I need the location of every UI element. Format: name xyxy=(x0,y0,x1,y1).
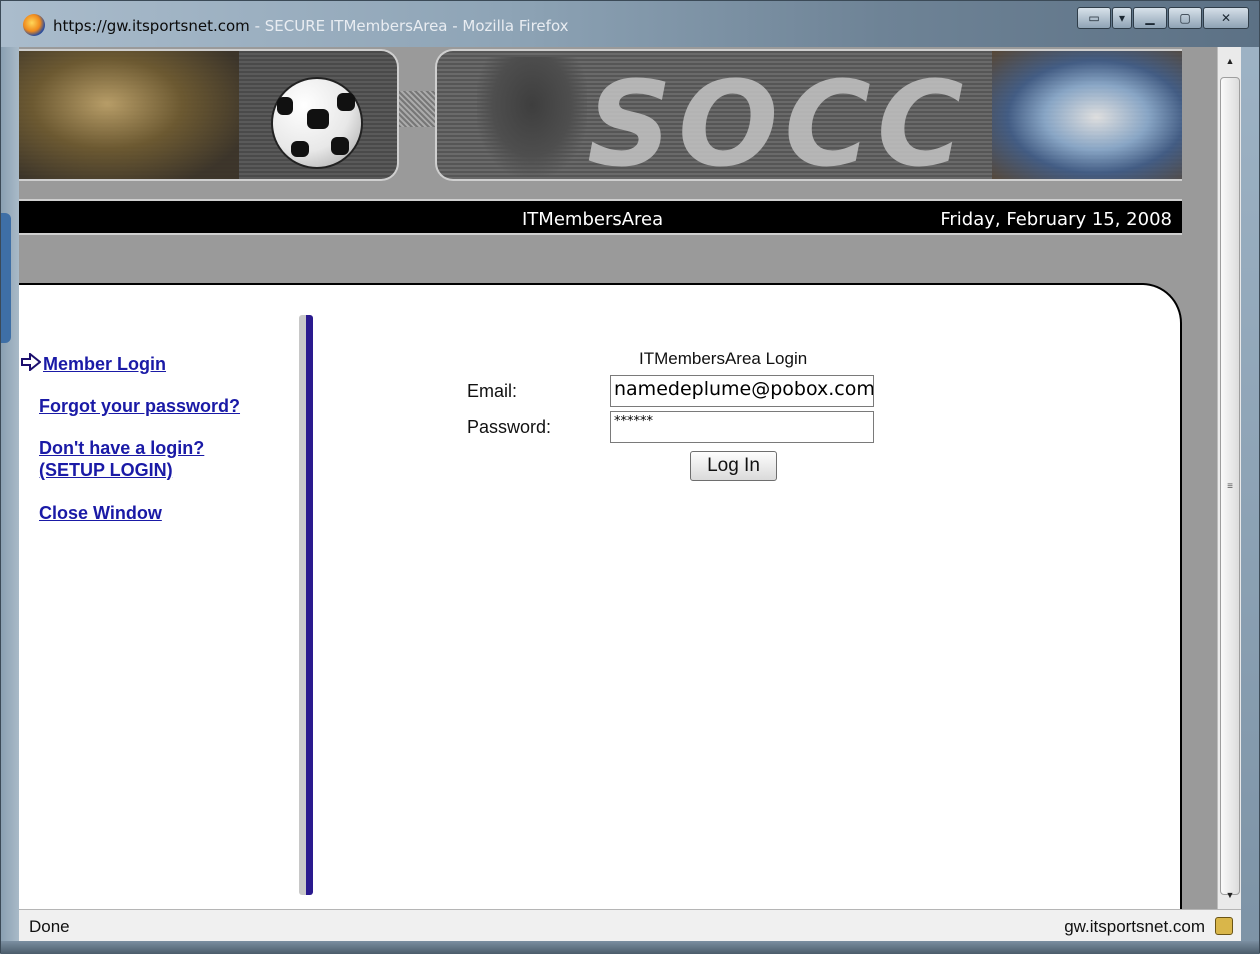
restore-tabs-icon[interactable]: ▭ xyxy=(1077,7,1111,29)
sidebar-link-setup-login[interactable]: (SETUP LOGIN) xyxy=(39,459,173,481)
password-field[interactable]: ****** xyxy=(610,411,874,443)
players-photo xyxy=(992,51,1182,179)
banner-left-panel xyxy=(19,49,399,181)
email-label: Email: xyxy=(467,381,518,401)
site-name: ITMembersArea xyxy=(522,209,664,230)
scroll-down-icon[interactable]: ▼ xyxy=(1218,885,1242,905)
banner-logo-text: SOCC xyxy=(587,55,970,181)
scroll-up-icon[interactable]: ▲ xyxy=(1218,51,1242,71)
title-bar[interactable]: https://gw.itsportsnet.com - SECURE ITMe… xyxy=(1,1,1259,47)
player-silhouette-image xyxy=(477,57,587,177)
window-title-url: https://gw.itsportsnet.com xyxy=(53,17,250,35)
vertical-divider xyxy=(299,315,313,895)
window-title-rest: - SECURE ITMembersArea - Mozilla Firefox xyxy=(249,17,569,35)
sidebar-link-forgot-password[interactable]: Forgot your password? xyxy=(39,395,240,417)
header-banner: SOCC xyxy=(19,47,1182,187)
dropdown-icon[interactable]: ▾ xyxy=(1112,7,1132,29)
maximize-button[interactable]: ▢ xyxy=(1168,7,1202,29)
sidebar-link-no-login[interactable]: Don't have a login? xyxy=(39,437,204,459)
trophy-image xyxy=(19,51,239,179)
banner-right-panel: SOCC xyxy=(435,49,1182,181)
status-host: gw.itsportsnet.com xyxy=(1064,917,1205,936)
arrow-right-icon xyxy=(21,353,41,371)
window-bottom-border xyxy=(1,941,1259,954)
close-button[interactable]: ✕ xyxy=(1203,7,1249,29)
banner-connector xyxy=(399,91,435,127)
browser-window: https://gw.itsportsnet.com - SECURE ITMe… xyxy=(0,0,1260,954)
email-field[interactable]: namedeplume@pobox.com xyxy=(610,375,874,407)
page-viewport: SOCC ITMembersArea Friday, February 15, … xyxy=(19,47,1217,909)
login-button[interactable]: Log In xyxy=(690,451,777,481)
password-label: Password: xyxy=(467,417,552,437)
sidebar-link-close-window[interactable]: Close Window xyxy=(39,502,162,524)
status-bar: Done gw.itsportsnet.com xyxy=(19,909,1241,941)
soccer-ball-image xyxy=(271,77,363,169)
info-bar: ITMembersArea Friday, February 15, 2008 xyxy=(19,199,1182,235)
window-controls: ▭ ▾ ▁ ▢ ✕ xyxy=(1076,7,1249,29)
window-title: https://gw.itsportsnet.com - SECURE ITMe… xyxy=(53,17,569,35)
login-title: ITMembersArea Login xyxy=(639,349,808,368)
vertical-scrollbar[interactable]: ▲ ≡ ▼ xyxy=(1217,47,1241,909)
minimize-button[interactable]: ▁ xyxy=(1133,7,1167,29)
status-text: Done xyxy=(29,917,70,936)
firefox-icon xyxy=(23,14,45,36)
lock-icon[interactable] xyxy=(1215,917,1233,935)
scrollbar-thumb[interactable]: ≡ xyxy=(1220,77,1240,895)
side-tab xyxy=(1,213,11,343)
window-left-border xyxy=(1,47,19,941)
sidebar-link-member-login[interactable]: Member Login xyxy=(43,353,166,375)
current-date: Friday, February 15, 2008 xyxy=(940,209,1172,230)
content-panel: Member Login Forgot your password? Don't… xyxy=(19,283,1182,909)
